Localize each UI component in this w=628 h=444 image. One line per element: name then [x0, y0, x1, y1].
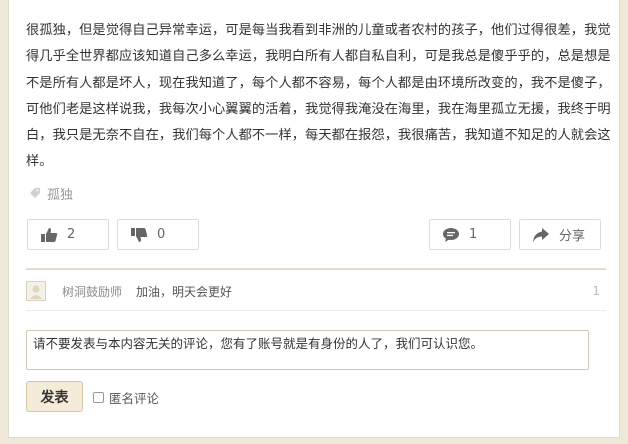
like-button[interactable]: 2	[27, 219, 109, 250]
reply-username[interactable]: 树洞鼓励师	[62, 283, 122, 300]
reply-divider	[26, 310, 606, 311]
tag-icon	[29, 187, 41, 199]
dislike-count: 0	[157, 227, 166, 242]
comment-count: 1	[469, 227, 478, 242]
share-icon	[533, 227, 549, 242]
reply-text: 加油，明天会更好	[136, 284, 233, 299]
comment-input[interactable]: 请不要发表与本内容无关的评论，您有了账号就是有身份的人了，我们可认识您。	[26, 330, 589, 370]
reply-item: 树洞鼓励师 加油，明天会更好 1	[26, 277, 606, 305]
post-card: 很孤独，但是觉得自己异常幸运，可是每当我看到非洲的儿童或者农村的孩子，他们过得很…	[8, 0, 620, 438]
divider	[26, 268, 606, 270]
anonymous-checkbox[interactable]	[93, 391, 104, 403]
avatar[interactable]	[26, 281, 46, 301]
dislike-button[interactable]: 0	[117, 219, 199, 250]
comment-button[interactable]: 1	[429, 219, 511, 250]
share-label: 分享	[559, 229, 586, 244]
tag-link[interactable]: 孤独	[29, 183, 73, 203]
avatar-icon	[30, 285, 42, 299]
post-body: 很孤独，但是觉得自己异常幸运，可是每当我看到非洲的儿童或者农村的孩子，他们过得很…	[26, 23, 611, 170]
thumbs-down-icon	[131, 227, 148, 242]
tag-label: 孤独	[47, 187, 74, 203]
share-button[interactable]: 分享	[519, 219, 601, 250]
submit-button[interactable]: 发表	[26, 381, 83, 412]
thumbs-up-icon	[41, 227, 58, 242]
like-count: 2	[67, 227, 76, 242]
comment-icon	[443, 227, 459, 242]
anonymous-label: 匿名评论	[109, 390, 160, 406]
reply-count: 1	[592, 284, 600, 298]
anonymous-toggle[interactable]: 匿名评论	[93, 388, 159, 406]
